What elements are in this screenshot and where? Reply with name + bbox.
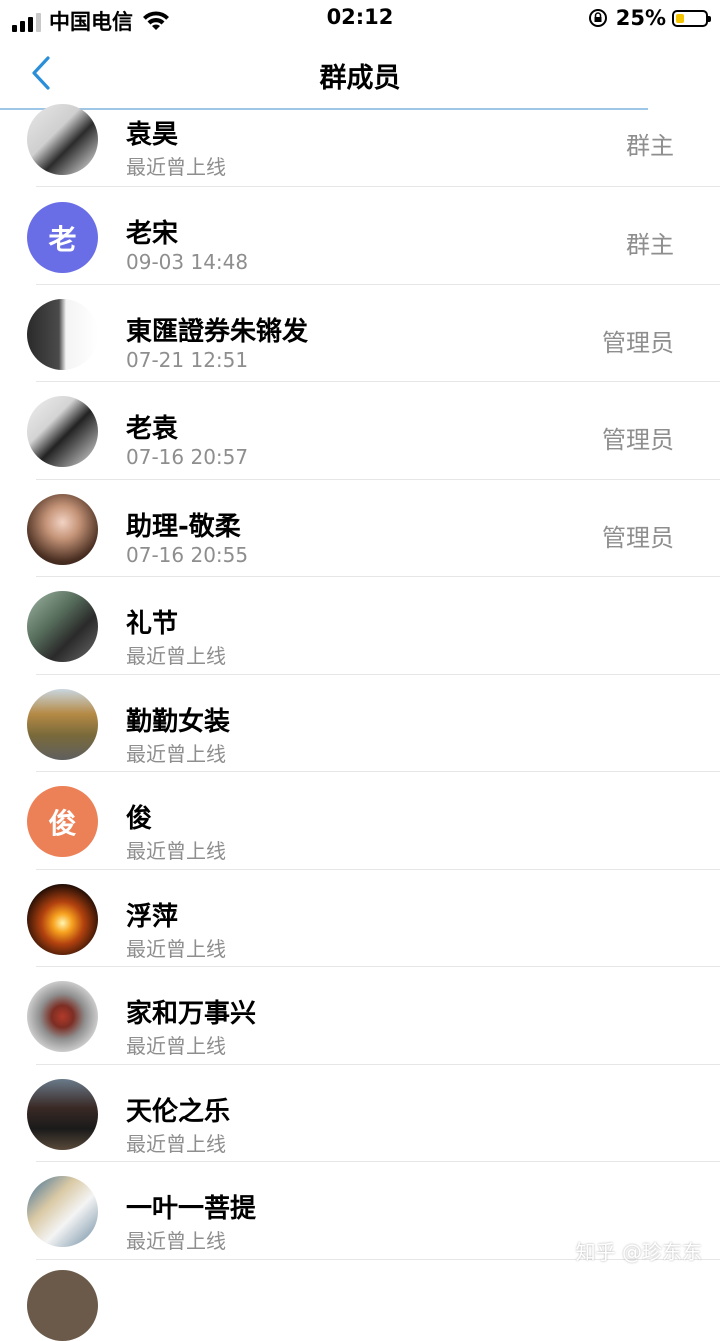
page-title: 群成员 <box>319 63 401 94</box>
watermark: 知乎 @珍东东 <box>575 1240 702 1264</box>
member-name: 一叶一菩提 <box>126 1194 257 1224</box>
nav-bar: 群成员 <box>0 38 720 108</box>
member-name: 礼节 <box>126 609 179 639</box>
avatar <box>27 298 98 370</box>
status-bar: 中国电信 02:12 25% <box>0 0 720 38</box>
avatar <box>27 981 98 1052</box>
avatar: 俊 <box>27 786 98 857</box>
member-name: 俊 <box>126 804 153 834</box>
member-status: 最近曾上线 <box>126 839 226 863</box>
avatar <box>27 1270 98 1341</box>
member-role: 管理员 <box>602 328 674 357</box>
member-role: 群主 <box>626 231 674 259</box>
avatar <box>27 1078 98 1150</box>
member-status: 最近曾上线 <box>126 936 226 961</box>
member-name: 老袁 <box>126 414 179 444</box>
member-status: 07-16 20:55 <box>126 542 249 567</box>
member-name: 老宋 <box>126 219 179 249</box>
member-status: 最近曾上线 <box>126 644 226 668</box>
member-role: 管理员 <box>602 523 674 552</box>
member-row[interactable]: 東匯證券朱锵发 07-21 12:51 管理员 <box>0 285 720 382</box>
avatar <box>27 493 98 565</box>
member-row[interactable]: 礼节 最近曾上线 <box>0 577 720 675</box>
orientation-lock-icon <box>588 9 607 27</box>
member-row[interactable]: 老 老宋 09-03 14:48 群主 <box>0 187 720 285</box>
avatar <box>27 1176 98 1247</box>
member-status: 最近曾上线 <box>126 741 226 766</box>
member-row[interactable]: 袁昊 最近曾上线 群主 <box>0 104 720 187</box>
avatar <box>27 688 98 760</box>
member-status: 最近曾上线 <box>126 1131 226 1156</box>
avatar <box>27 883 98 955</box>
member-name: 勤勤女装 <box>126 706 231 737</box>
member-role: 管理员 <box>602 426 674 454</box>
member-status: 最近曾上线 <box>126 1034 226 1058</box>
member-name: 天伦之乐 <box>126 1096 231 1127</box>
avatar: 老 <box>27 202 98 273</box>
battery-icon <box>672 9 711 27</box>
member-list[interactable]: 袁昊 最近曾上线 群主 老 老宋 09-03 14:48 群主 東匯證券朱锵发 … <box>0 104 720 1260</box>
member-status: 07-21 12:51 <box>126 347 249 372</box>
member-row[interactable]: 浮萍 最近曾上线 <box>0 870 720 967</box>
member-row[interactable]: 助理-敬柔 07-16 20:55 管理员 <box>0 480 720 577</box>
member-status: 最近曾上线 <box>126 155 226 179</box>
member-name: 袁昊 <box>126 120 179 150</box>
member-row[interactable]: 老袁 07-16 20:57 管理员 <box>0 382 720 480</box>
member-row[interactable]: 勤勤女装 最近曾上线 <box>0 675 720 772</box>
avatar <box>27 396 98 467</box>
avatar <box>27 591 98 662</box>
member-name: 助理-敬柔 <box>126 511 241 542</box>
avatar <box>27 104 98 175</box>
member-name: 浮萍 <box>126 901 179 932</box>
member-name: 家和万事兴 <box>126 999 257 1029</box>
member-status: 最近曾上线 <box>126 1229 226 1253</box>
member-row[interactable]: 俊 俊 最近曾上线 <box>0 772 720 870</box>
member-name: 東匯證券朱锵发 <box>126 316 309 347</box>
member-row[interactable]: 天伦之乐 最近曾上线 <box>0 1065 720 1162</box>
member-role: 群主 <box>626 132 674 160</box>
battery-percent: 25% <box>615 6 666 30</box>
member-status: 07-16 20:57 <box>126 445 249 469</box>
status-right: 25% <box>588 6 711 30</box>
member-row[interactable]: 家和万事兴 最近曾上线 <box>0 967 720 1065</box>
member-status: 09-03 14:48 <box>126 250 249 274</box>
